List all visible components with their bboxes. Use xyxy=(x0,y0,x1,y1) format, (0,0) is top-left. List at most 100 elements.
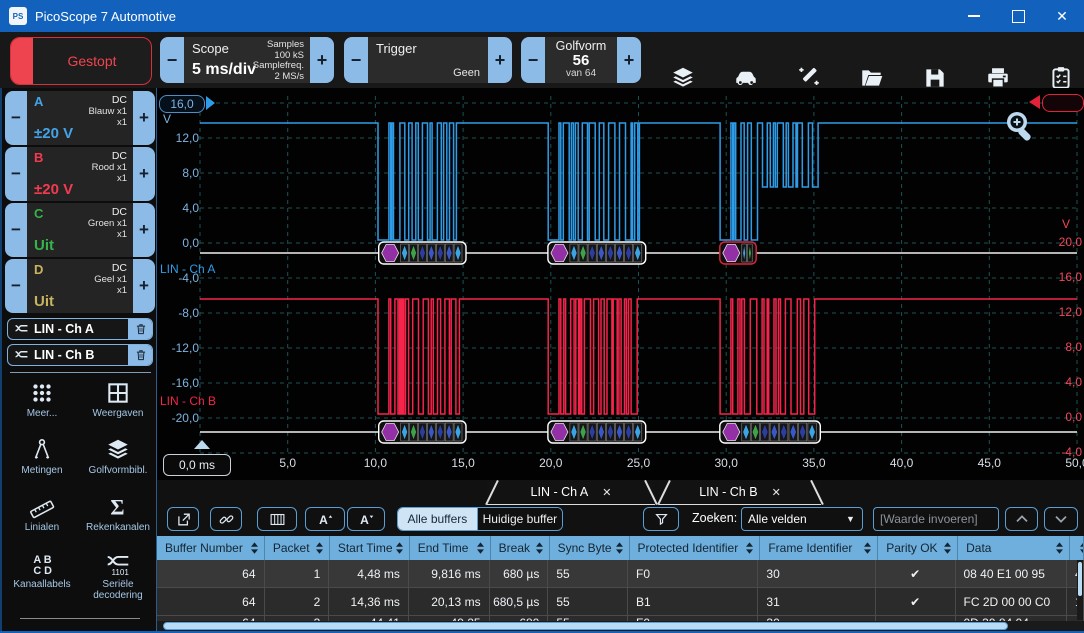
column-header-end-time[interactable]: End Time xyxy=(410,536,491,560)
trigger-decrease-button[interactable]: − xyxy=(344,37,368,83)
channel-card-c[interactable]: − C DC Groen x1 x1 Uit + xyxy=(5,203,155,257)
column-header-start-time[interactable]: Start Time xyxy=(330,536,410,560)
column-header-buffer-number[interactable]: Buffer Number xyxy=(157,536,265,560)
close-button[interactable]: ✕ xyxy=(1040,0,1084,32)
sidebar-tool-linialen[interactable]: Linialen xyxy=(5,494,79,533)
column-header-frame-identifier[interactable]: Frame Identifier xyxy=(760,536,878,560)
column-header-label: Packet xyxy=(273,541,310,555)
horizontal-scrollbar[interactable] xyxy=(157,621,1084,631)
export-button[interactable] xyxy=(167,507,199,531)
decoder-delete-button[interactable] xyxy=(128,319,152,339)
sidebar-tool-kanaallabels[interactable]: A BC D Kanaallabels xyxy=(5,551,79,590)
search-previous-button[interactable] xyxy=(1005,507,1038,531)
column-header-packet[interactable]: Packet xyxy=(265,536,330,560)
decoder-button-lin-ch-a[interactable]: LIN - Ch A xyxy=(7,318,153,340)
channel-body[interactable]: C DC Groen x1 x1 Uit xyxy=(27,203,133,257)
trigger-marker-tag[interactable] xyxy=(1042,94,1084,112)
sidebar-tool-metingen[interactable]: Metingen xyxy=(5,437,79,476)
minimize-button[interactable] xyxy=(952,0,996,32)
column-header-label: End Time xyxy=(418,541,469,555)
font-decrease-button[interactable]: A xyxy=(347,507,385,531)
channel-card-b[interactable]: − B DC Rood x1 x1 ±20 V + xyxy=(5,147,155,201)
search-value-input[interactable] xyxy=(873,507,999,531)
channel-card-a[interactable]: − A DC Blauw x1 x1 ±20 V + xyxy=(5,91,155,145)
x-axis-zero-label[interactable]: 0,0 ms xyxy=(163,454,231,476)
channel-increase-button[interactable]: + xyxy=(133,91,155,145)
sidebar-tool-label: Seriële decodering xyxy=(81,579,155,601)
column-header-label: Start Time xyxy=(338,541,393,555)
right-axis-tick: 0,0 xyxy=(1046,410,1082,424)
channel-card-d[interactable]: − D DC Geel x1 x1 Uit + xyxy=(5,259,155,313)
sidebar-tool-meer[interactable]: Meer... xyxy=(5,380,79,419)
channel-decrease-button[interactable]: − xyxy=(5,203,27,257)
decoded-packet[interactable] xyxy=(379,242,466,264)
decoder-button-lin-ch-b[interactable]: LIN - Ch B xyxy=(7,344,153,366)
zoom-magnifier-icon[interactable] xyxy=(1002,108,1042,148)
font-increase-button[interactable]: A xyxy=(305,507,345,531)
table-row[interactable]: 6414,48 ms9,816 ms680 µs55F030✔08 40 E1 … xyxy=(157,560,1084,588)
waveform-next-button[interactable]: + xyxy=(617,37,641,83)
all-buffers-button[interactable]: Alle buffers xyxy=(398,508,477,530)
minus-icon: − xyxy=(11,276,21,296)
y-axis-top-control[interactable]: 16,0 xyxy=(159,95,205,113)
table-header: Buffer Number Packet Start Time End Time Bre… xyxy=(157,536,1084,560)
decoded-packet[interactable] xyxy=(379,421,466,443)
column-header-parity-ok[interactable]: Parity OK xyxy=(878,536,958,560)
right-axis-tick: 4,0 xyxy=(1046,375,1082,389)
current-buffer-button[interactable]: Huidige buffer xyxy=(477,508,562,530)
sidebar-tool-rekenkanalen[interactable]: Σ Rekenkanalen xyxy=(81,494,155,533)
channel-increase-button[interactable]: + xyxy=(133,259,155,313)
scope-view[interactable]: 16,0 V V 0,0 ms LIN - Ch A LIN - Ch B 12… xyxy=(157,88,1084,480)
decoded-packet[interactable] xyxy=(548,421,646,443)
column-header-protected-identifier[interactable]: Protected Identifier xyxy=(630,536,761,560)
channel-scale: x1 xyxy=(117,173,127,184)
channel-increase-button[interactable]: + xyxy=(133,203,155,257)
vertical-scrollbar-thumb[interactable] xyxy=(1078,562,1082,596)
columns-button[interactable] xyxy=(257,507,297,531)
x-axis-position-marker[interactable] xyxy=(194,440,210,449)
scope-settings-panel[interactable]: Scope 5 ms/div Samples100 kSSamplefreq.2… xyxy=(184,37,310,83)
plus-icon: + xyxy=(495,50,506,71)
vertical-scrollbar[interactable] xyxy=(1077,560,1083,620)
horizontal-scrollbar-thumb[interactable] xyxy=(163,622,1008,630)
table-row[interactable]: 64214,36 ms20,13 ms680,5 µs55B131✔FC 2D … xyxy=(157,588,1084,616)
tab-lin-ch-a[interactable]: LIN - Ch A ✕ xyxy=(487,480,655,505)
filter-button[interactable] xyxy=(643,507,679,531)
trigger-settings-panel[interactable]: Trigger Geen xyxy=(368,37,488,83)
stop-button[interactable]: Gestopt xyxy=(10,37,152,85)
trigger-increase-button[interactable]: + xyxy=(488,37,512,83)
search-next-button[interactable] xyxy=(1044,507,1078,531)
channel-increase-button[interactable]: + xyxy=(133,147,155,201)
serial-decoding-panel: A A Alle buffers Huidige buffer Zoeken: … xyxy=(157,480,1084,633)
column-header-extra[interactable] xyxy=(1070,536,1084,560)
tab-lin-ch-b[interactable]: LIN - Ch B ✕ xyxy=(659,480,821,505)
scope-increase-button[interactable]: + xyxy=(310,37,334,83)
link-button[interactable] xyxy=(210,507,242,531)
column-header-data[interactable]: Data xyxy=(958,536,1070,560)
tab-close-icon[interactable]: ✕ xyxy=(602,486,611,499)
decoder-delete-button[interactable] xyxy=(128,345,152,365)
channel-body[interactable]: D DC Geel x1 x1 Uit xyxy=(27,259,133,313)
right-axis-unit: V xyxy=(1062,217,1070,231)
waveform-prev-button[interactable]: − xyxy=(521,37,545,83)
decoded-packet[interactable] xyxy=(720,242,756,264)
channel-decrease-button[interactable]: − xyxy=(5,91,27,145)
waveform-panel[interactable]: Golfvorm 56 van 64 xyxy=(545,37,617,83)
channel-decrease-button[interactable]: − xyxy=(5,147,27,201)
channel-body[interactable]: A DC Blauw x1 x1 ±20 V xyxy=(27,91,133,145)
channel-body[interactable]: B DC Rood x1 x1 ±20 V xyxy=(27,147,133,201)
scope-decrease-button[interactable]: − xyxy=(160,37,184,83)
column-header-sync-byte[interactable]: Sync Byte xyxy=(550,536,630,560)
maximize-button[interactable] xyxy=(996,0,1040,32)
decoded-packet[interactable] xyxy=(720,421,821,443)
decoded-packet[interactable] xyxy=(548,242,646,264)
search-field-select[interactable]: Alle velden ▼ xyxy=(741,507,863,531)
chevup-icon xyxy=(1014,511,1030,527)
tab-close-icon[interactable]: ✕ xyxy=(772,486,781,499)
channel-decrease-button[interactable]: − xyxy=(5,259,27,313)
column-header-break[interactable]: Break xyxy=(491,536,550,560)
sidebar-tool-weergaven[interactable]: Weergaven xyxy=(81,380,155,419)
sidebar-tool-seri-le-decodering[interactable]: 1101 Seriële decodering xyxy=(81,551,155,601)
minus-icon: − xyxy=(11,108,21,128)
sidebar-tool-golfvormbibl[interactable]: Golfvormbibl. xyxy=(81,437,155,476)
